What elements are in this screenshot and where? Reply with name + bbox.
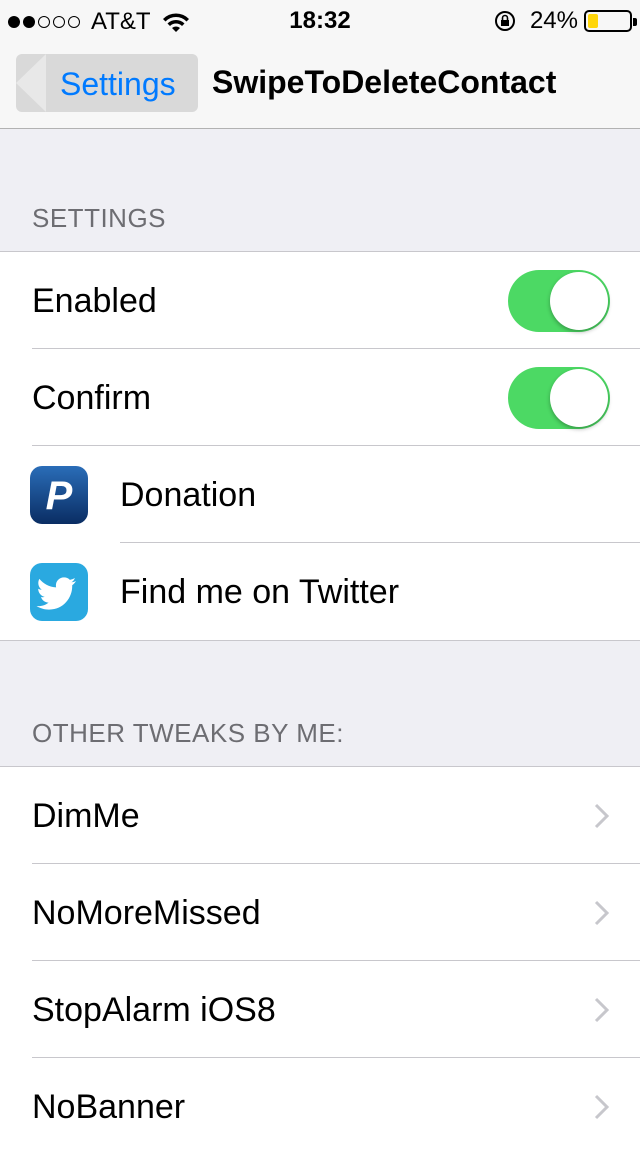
svg-text:P: P — [46, 474, 73, 518]
twitter-icon — [30, 563, 88, 621]
twitter-row[interactable]: Find me on Twitter — [0, 543, 640, 640]
back-button[interactable]: Settings — [16, 54, 198, 112]
chevron-right-icon — [594, 997, 610, 1023]
other-tweaks-group: DimMe NoMoreMissed StopAlarm iOS8 NoBann… — [0, 766, 640, 1155]
status-bar: AT&T 18:32 24% — [0, 0, 640, 40]
list-item[interactable]: NoBanner — [0, 1058, 640, 1155]
list-item-label: NoMoreMissed — [32, 894, 261, 932]
paypal-icon: P — [30, 466, 88, 524]
battery-percent: 24% — [529, 7, 578, 34]
list-item-label: StopAlarm iOS8 — [32, 991, 276, 1029]
section-header-settings: SETTINGS — [32, 203, 167, 233]
chevron-right-icon — [594, 900, 610, 926]
list-item[interactable]: DimMe — [0, 767, 640, 864]
back-button-label: Settings — [60, 66, 176, 102]
donation-row[interactable]: P Donation — [0, 446, 640, 543]
list-item[interactable]: NoMoreMissed — [0, 864, 640, 961]
chevron-right-icon — [594, 1094, 610, 1120]
confirm-toggle[interactable] — [508, 367, 610, 429]
twitter-label: Find me on Twitter — [120, 573, 400, 611]
page-title: SwipeToDeleteContact — [212, 64, 557, 100]
donation-label: Donation — [120, 476, 257, 514]
rotation-lock-icon — [494, 11, 515, 31]
back-chevron-icon — [16, 54, 46, 112]
confirm-label: Confirm — [32, 379, 152, 417]
navigation-bar: Settings SwipeToDeleteContact — [0, 40, 640, 129]
settings-group: Enabled Confirm P Donation Find me on Tw… — [0, 251, 640, 641]
enabled-label: Enabled — [32, 282, 157, 320]
enabled-row: Enabled — [0, 252, 640, 349]
section-header-other-tweaks: OTHER TWEAKS BY ME: — [32, 718, 344, 748]
list-item-label: NoBanner — [32, 1088, 186, 1126]
status-right: 24% — [494, 7, 637, 35]
list-item-label: DimMe — [32, 797, 140, 835]
confirm-row: Confirm — [0, 349, 640, 446]
list-item[interactable]: StopAlarm iOS8 — [0, 961, 640, 1058]
chevron-right-icon — [594, 803, 610, 829]
battery-icon — [584, 10, 637, 32]
enabled-toggle[interactable] — [508, 270, 610, 332]
